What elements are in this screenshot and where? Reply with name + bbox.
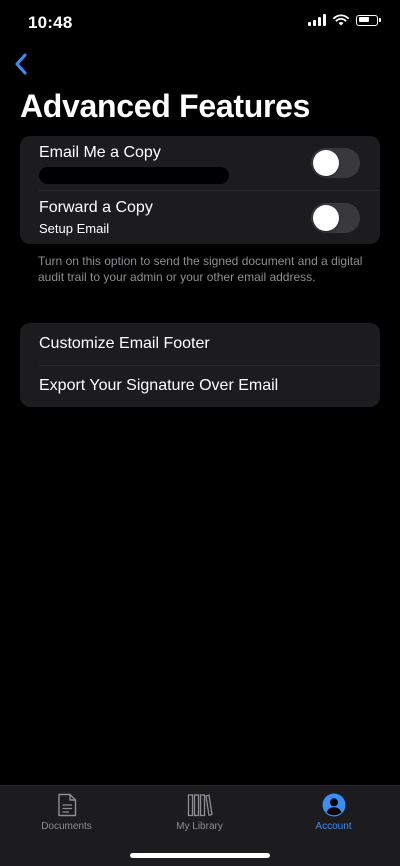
account-icon [322, 793, 345, 817]
wifi-icon [333, 14, 349, 26]
toggle-knob [313, 150, 339, 176]
email-settings-group: Email Me a Copy Forward a Copy Setup Ema… [20, 136, 380, 244]
page-title: Advanced Features [20, 88, 311, 124]
customize-email-footer-row[interactable]: Customize Email Footer [20, 323, 380, 365]
status-bar: 10:48 [0, 0, 400, 46]
tab-my-library[interactable]: My Library [133, 786, 266, 842]
battery-icon [356, 14, 381, 26]
customize-email-footer-label: Customize Email Footer [39, 335, 210, 352]
redacted-email-address [39, 167, 229, 184]
email-me-toggle[interactable] [311, 148, 360, 178]
setup-email-link[interactable]: Setup Email [39, 221, 109, 236]
export-signature-label: Export Your Signature Over Email [39, 377, 279, 394]
back-button[interactable] [6, 48, 36, 80]
tab-account[interactable]: Account [267, 786, 400, 842]
toggle-knob [313, 205, 339, 231]
forward-copy-toggle[interactable] [311, 203, 360, 233]
email-me-label: Email Me a Copy [39, 144, 161, 161]
home-indicator[interactable] [130, 853, 270, 858]
forward-copy-row: Forward a Copy Setup Email [20, 191, 380, 244]
document-icon [57, 793, 76, 817]
forward-copy-label: Forward a Copy [39, 199, 153, 216]
email-option-footnote: Turn on this option to send the signed d… [38, 254, 363, 284]
status-icons [308, 14, 381, 26]
email-me-row: Email Me a Copy [20, 136, 380, 190]
status-time: 10:48 [28, 13, 73, 32]
export-signature-row[interactable]: Export Your Signature Over Email [20, 365, 380, 407]
email-actions-group: Customize Email Footer Export Your Signa… [20, 323, 380, 407]
tab-documents-label: Documents [41, 821, 92, 832]
cellular-signal-icon [308, 14, 326, 26]
tab-my-library-label: My Library [176, 821, 223, 832]
tab-documents[interactable]: Documents [0, 786, 133, 842]
library-icon [187, 794, 213, 817]
tab-account-label: Account [315, 821, 352, 832]
chevron-left-icon [15, 53, 27, 75]
